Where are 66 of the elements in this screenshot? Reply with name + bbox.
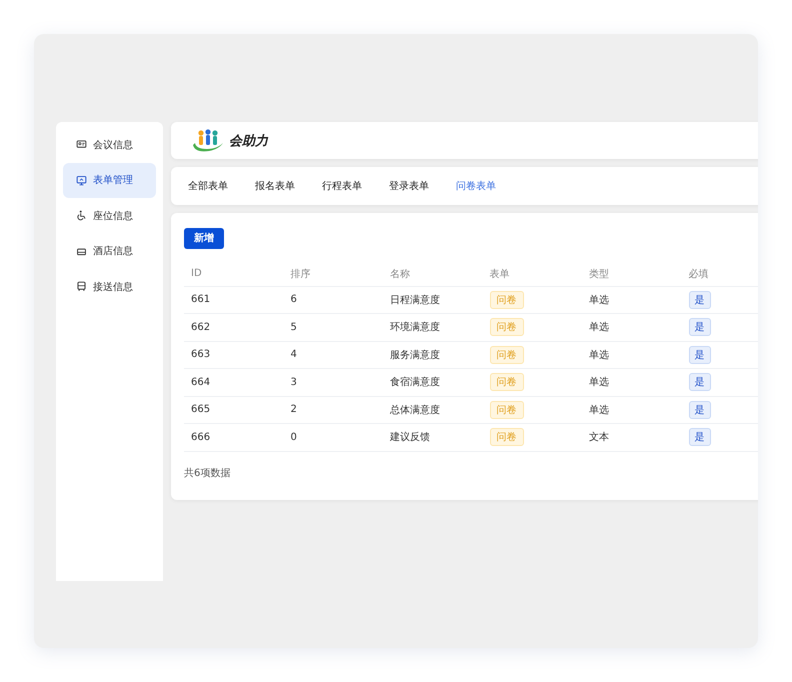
sidebar-item[interactable]: 会议信息 xyxy=(63,127,156,162)
required-tag: 是 xyxy=(688,290,710,309)
column-header: 排序 xyxy=(290,268,312,280)
tab[interactable]: 行程表单 xyxy=(322,179,362,193)
table-cell-text: 664 xyxy=(190,376,212,388)
bed-icon xyxy=(76,246,87,257)
required-tag: 是 xyxy=(688,373,710,392)
table-cell-text: 662 xyxy=(190,322,212,333)
table-cell-text: 文本 xyxy=(588,430,610,444)
column-header: ID xyxy=(190,268,203,279)
table-cell-text: 单选 xyxy=(588,348,610,362)
column-header: 必填 xyxy=(688,268,710,280)
column-header: 类型 xyxy=(588,268,610,280)
table-cell-text: 2 xyxy=(290,404,298,416)
table-cell-text: 日程满意度 xyxy=(389,294,441,307)
sidebar-item[interactable]: 接送信息 xyxy=(63,269,156,304)
tab[interactable]: 登录表单 xyxy=(389,179,429,193)
table-cell-text: 单选 xyxy=(588,320,610,334)
table-cell-text: 6 xyxy=(290,294,298,306)
table-cell-text: 环境满意度 xyxy=(389,320,441,334)
table-cell-text: 5 xyxy=(290,322,298,333)
table-cell-text: 总体满意度 xyxy=(389,404,441,417)
table-cell-text: 0 xyxy=(290,432,298,443)
required-tag: 是 xyxy=(688,346,710,364)
sidebar-item[interactable]: 酒店信息 xyxy=(63,234,156,269)
table-cell-text: 单选 xyxy=(588,294,610,307)
monitor-icon xyxy=(76,174,87,186)
required-tag: 是 xyxy=(688,428,710,446)
table-cell-text: 663 xyxy=(190,349,212,360)
column-header: 表单 xyxy=(488,268,510,280)
table-cell-text: 661 xyxy=(190,294,212,306)
bus-icon xyxy=(76,281,87,292)
sidebar-label: 表单管理 xyxy=(93,174,133,188)
form-tag: 问卷 xyxy=(490,428,524,446)
table-cell-text: 665 xyxy=(190,404,212,416)
sidebar-label: 接送信息 xyxy=(93,280,133,294)
sidebar-item[interactable]: 座位信息 xyxy=(63,198,156,234)
wheelchair-icon xyxy=(76,210,87,222)
required-tag: 是 xyxy=(688,400,710,419)
total-count: 共6项数据 xyxy=(184,466,232,480)
logo-icon xyxy=(191,128,225,152)
table-cell-text: 单选 xyxy=(588,404,610,417)
table-cell-text: 666 xyxy=(190,432,212,443)
tab[interactable]: 问卷表单 xyxy=(456,179,496,193)
form-tag: 问卷 xyxy=(490,318,524,336)
form-tag: 问卷 xyxy=(490,290,524,309)
form-tag: 问卷 xyxy=(490,400,524,419)
table-cell-text: 建议反馈 xyxy=(389,430,431,444)
sidebar-item[interactable]: 表单管理 xyxy=(63,162,156,198)
sidebar-label: 酒店信息 xyxy=(93,244,133,258)
sidebar-label: 座位信息 xyxy=(93,210,133,223)
tab[interactable]: 报名表单 xyxy=(255,179,295,193)
tab[interactable]: 全部表单 xyxy=(188,179,228,193)
table-cell-text: 3 xyxy=(290,376,298,388)
card-icon xyxy=(76,139,87,150)
table-cell-text: 单选 xyxy=(588,376,610,390)
required-tag: 是 xyxy=(688,318,710,336)
brand-name: 会助力 xyxy=(229,132,268,150)
form-tag: 问卷 xyxy=(490,373,524,392)
table-cell-text: 食宿满意度 xyxy=(389,376,441,390)
table-cell-text: 4 xyxy=(290,349,298,360)
table-cell-text: 服务满意度 xyxy=(389,348,441,362)
sidebar-label: 会议信息 xyxy=(93,138,133,152)
form-tag: 问卷 xyxy=(490,346,524,364)
column-header: 名称 xyxy=(389,268,411,280)
add-button[interactable]: 新增 xyxy=(184,228,224,248)
